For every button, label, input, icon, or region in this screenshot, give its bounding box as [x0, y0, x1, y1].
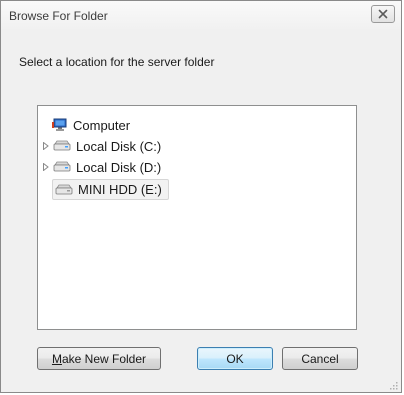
drive-icon — [55, 184, 73, 196]
drive-icon — [53, 161, 71, 173]
button-label: ake New Folder — [61, 351, 147, 366]
close-button[interactable] — [371, 5, 395, 23]
folder-tree[interactable]: Computer Local Disk (C:) Local Disk (D:)… — [37, 105, 357, 330]
button-label: Cancel — [301, 351, 339, 366]
resize-grip-icon[interactable] — [388, 379, 398, 390]
expand-arrow-icon[interactable] — [42, 162, 50, 172]
make-new-folder-button[interactable]: Make New Folder — [37, 347, 161, 370]
expand-arrow-icon[interactable] — [42, 141, 50, 151]
tree-item-label: MINI HDD (E:) — [78, 182, 162, 197]
dialog-prompt: Select a location for the server folder — [19, 55, 215, 69]
drive-icon — [53, 140, 71, 152]
computer-icon — [52, 118, 68, 132]
tree-item-local-disk-d[interactable]: Local Disk (D:) — [42, 157, 161, 177]
tree-item-label: Computer — [73, 117, 131, 133]
browse-for-folder-dialog: Browse For Folder Select a location for … — [0, 0, 402, 393]
ok-button[interactable]: OK — [197, 347, 273, 370]
tree-item-mini-hdd-e[interactable]: MINI HDD (E:) — [52, 179, 169, 200]
button-label: OK — [226, 351, 244, 366]
title-bar[interactable]: Browse For Folder — [1, 1, 401, 31]
dialog-title: Browse For Folder — [9, 9, 108, 23]
tree-item-label: Local Disk (C:) — [76, 138, 162, 154]
tree-item-label: Local Disk (D:) — [76, 159, 162, 175]
cancel-button[interactable]: Cancel — [282, 347, 358, 370]
tree-item-local-disk-c[interactable]: Local Disk (C:) — [42, 136, 161, 156]
mnemonic-letter: M — [51, 351, 62, 366]
tree-item-computer[interactable]: Computer — [52, 115, 130, 135]
close-icon — [378, 9, 388, 19]
